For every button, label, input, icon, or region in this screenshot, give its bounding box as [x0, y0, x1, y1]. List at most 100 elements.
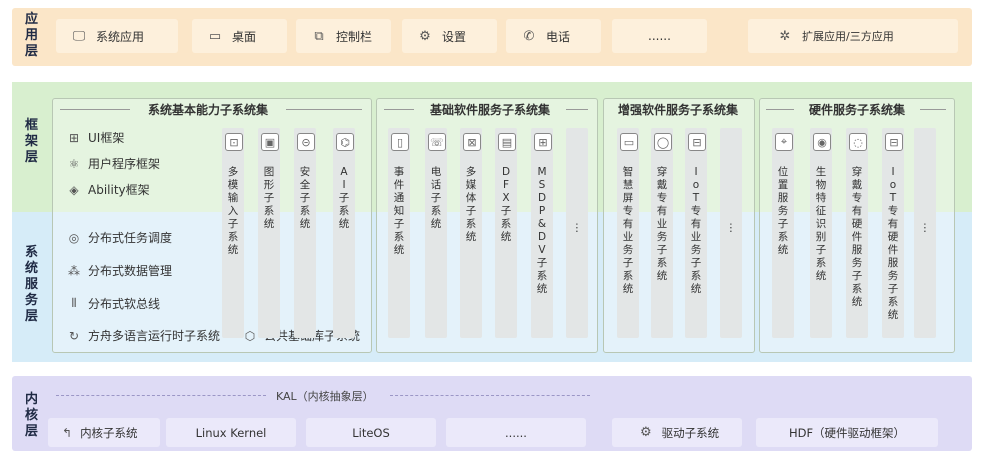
ark-runtime-icon: ↻	[68, 328, 80, 343]
title-divider	[766, 109, 794, 110]
hdf-label: HDF（硬件驱动框架）	[788, 425, 906, 440]
svc-item-softbus[interactable]: ⫴ 分布式软总线	[66, 295, 160, 312]
svc-item-data-management[interactable]: ⁂ 分布式数据管理	[66, 262, 172, 279]
wearable-hw-icon: ◌	[849, 133, 867, 151]
fw-item-app-framework[interactable]: ⚛ 用户程序框架	[66, 155, 160, 172]
svc-item-label: 方舟多语言运行时子系统	[88, 329, 221, 343]
data-management-icon: ⁂	[68, 263, 80, 278]
title-divider	[286, 109, 362, 110]
layer-label-kernel: 内核层	[24, 392, 39, 439]
app-control-bar[interactable]: ⧉ 控制栏	[296, 19, 391, 53]
ability-icon: ◈	[69, 182, 79, 197]
kernel-subsystem[interactable]: ↰ 内核子系统	[48, 418, 160, 447]
puzzle-icon: ✲	[779, 28, 791, 44]
subsystem-column-label: DFX子系统	[500, 166, 512, 243]
app-settings[interactable]: ⚙ 设置	[402, 19, 497, 53]
app-system-apps[interactable]: 🖵 系统应用	[56, 19, 178, 53]
subsystem-column-label: 穿戴专有业务子系统	[656, 166, 668, 282]
kernel-icon: ↰	[62, 425, 73, 440]
computer-icon: 🖵	[72, 28, 86, 44]
subsystem-column[interactable]	[294, 128, 316, 338]
phone-icon: ✆	[523, 28, 535, 44]
subsystem-column-label: 智慧屏专有业务子系统	[622, 166, 634, 295]
layer-label-service: 系统服务层	[24, 245, 39, 324]
subsystem-column-label: ⋮	[571, 222, 583, 234]
subsystem-column[interactable]	[333, 128, 355, 338]
panel-title-basic-software: 基础软件服务子系统集	[429, 103, 550, 117]
hdf-framework[interactable]: HDF（硬件驱动框架）	[756, 418, 938, 447]
app-item-label: 桌面	[232, 29, 257, 44]
multimedia-icon: ⊠	[463, 133, 481, 151]
subsystem-column-label: 穿戴专有硬件服务子系统	[851, 166, 863, 308]
input-icon: ⊡	[225, 133, 243, 151]
wearable-icon: ◯	[654, 133, 672, 151]
app-item-label: 控制栏	[336, 29, 373, 44]
common-lib-icon: ⬡	[244, 328, 256, 343]
driver-subsystem-label: 驱动子系统	[661, 425, 720, 440]
dfx-icon: ▤	[498, 133, 516, 151]
panel-title-enhanced-software: 增强软件服务子系统集	[617, 103, 738, 117]
app-more: ......	[612, 19, 707, 53]
ai-icon: ⌬	[336, 133, 354, 151]
monitor-icon: ▭	[208, 28, 222, 44]
iot-icon: ⊟	[688, 133, 706, 151]
subsystem-column-label: 多模输入子系统	[227, 166, 239, 256]
subsystem-column-label: 图形子系统	[263, 166, 275, 230]
title-divider	[566, 109, 588, 110]
app-item-label: 扩展应用/三方应用	[802, 30, 894, 43]
layer-label-framework: 框架层	[24, 118, 39, 165]
smart-screen-icon: ▭	[620, 133, 638, 151]
msdp-icon: ⊞	[534, 133, 552, 151]
subsystem-column-label: 位置服务子系统	[777, 166, 789, 256]
app-extension-apps[interactable]: ✲ 扩展应用/三方应用	[748, 19, 958, 53]
title-divider	[920, 109, 946, 110]
kernel-subsystem-label: 内核子系统	[80, 425, 138, 440]
svc-item-label: 分布式软总线	[88, 297, 161, 311]
kal-label: KAL（内核抽象层）	[276, 390, 374, 403]
subsystem-column-label: ⋮	[725, 222, 737, 234]
kernel-linux[interactable]: Linux Kernel	[166, 418, 296, 447]
subsystem-column-label: AI子系统	[338, 166, 350, 230]
app-item-label: 设置	[442, 29, 467, 44]
fw-item-label: 用户程序框架	[88, 157, 161, 171]
app-desktop[interactable]: ▭ 桌面	[192, 19, 287, 53]
telephony-icon: ☏	[428, 133, 446, 151]
task-schedule-icon: ◎	[68, 230, 80, 245]
app-item-label: ......	[648, 29, 671, 43]
fw-item-ability-framework[interactable]: ◈ Ability框架	[66, 181, 149, 198]
ui-frame-icon: ⊞	[68, 130, 80, 145]
subsystem-column-label: ⋮	[919, 222, 931, 234]
subsystem-column-label: M S D P & D V 子系统	[536, 166, 548, 295]
app-phone[interactable]: ✆ 电话	[506, 19, 601, 53]
kernel-item-label: LiteOS	[352, 425, 390, 440]
subsystem-column[interactable]	[425, 128, 447, 338]
kernel-item-label: ......	[505, 425, 527, 440]
fw-item-label: UI框架	[88, 131, 125, 145]
subsystem-column[interactable]	[258, 128, 280, 338]
fw-item-ui-framework[interactable]: ⊞ UI框架	[66, 129, 124, 146]
control-bar-icon: ⧉	[314, 28, 324, 44]
kernel-more: ......	[446, 418, 586, 447]
notification-icon: ▯	[391, 133, 409, 151]
app-item-label: 电话	[546, 29, 571, 44]
panel-title-basic-capability: 系统基本能力子系统集	[147, 103, 268, 117]
subsystem-column-label: 多媒体子系统	[465, 166, 477, 243]
app-item-label: 系统应用	[96, 29, 145, 44]
title-divider	[384, 109, 414, 110]
subsystem-column-label: 生物特征识别子系统	[815, 166, 827, 282]
svc-item-label: 分布式任务调度	[88, 231, 173, 245]
svc-item-label: 分布式数据管理	[88, 264, 173, 278]
kal-divider	[390, 395, 590, 397]
layer-label-app: 应用层	[24, 12, 39, 59]
driver-icon: ⚙	[640, 425, 652, 440]
panel-title-hardware: 硬件服务子系统集	[808, 103, 905, 117]
driver-subsystem[interactable]: ⚙ 驱动子系统	[612, 418, 742, 447]
kernel-liteos[interactable]: LiteOS	[306, 418, 436, 447]
subsystem-column-label: IoT专有业务子系统	[690, 166, 702, 295]
security-icon: ⊝	[297, 133, 315, 151]
svc-item-task-schedule[interactable]: ◎ 分布式任务调度	[66, 229, 172, 246]
svc-item-ark-runtime[interactable]: ↻ 方舟多语言运行时子系统	[66, 327, 220, 344]
iot-hw-icon: ⊟	[885, 133, 903, 151]
softbus-icon: ⫴	[71, 296, 77, 310]
subsystem-column-label: IoT专有硬件服务子系统	[887, 166, 899, 321]
